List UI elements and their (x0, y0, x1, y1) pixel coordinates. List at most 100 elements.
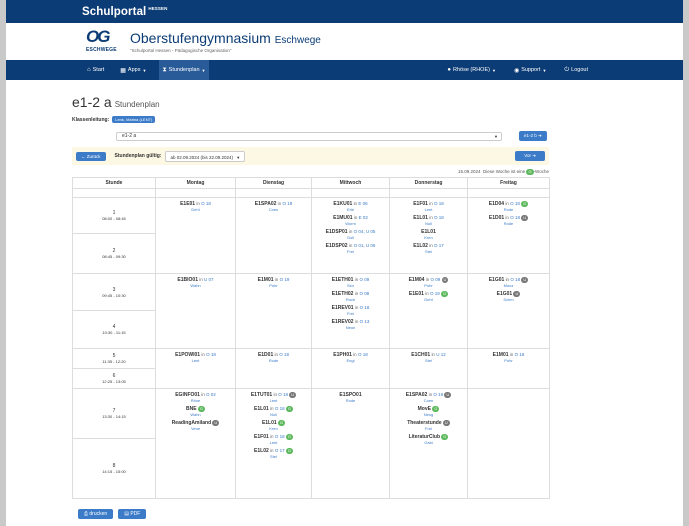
lesson-entry[interactable]: E1D01 in O 18 U Rode (468, 215, 549, 226)
lesson-entry[interactable]: EGINFO01 in O 02 Rhoe (156, 392, 235, 403)
klassenleitung-badge[interactable]: Lenk, Marina (LENT) (112, 116, 156, 123)
lesson-cell: E1M01 in O 18 Pohr (467, 348, 550, 389)
period-cell: 1 08:00 - 08:45 (72, 197, 156, 234)
pdf-button[interactable]: ▤ PDF (118, 509, 147, 519)
chevron-down-icon: ▼ (236, 154, 241, 160)
lesson-entry[interactable]: E1CH01 in U 12 Stei (390, 352, 467, 363)
period-time: 09:45 - 10:30 (102, 292, 126, 298)
lesson-entry[interactable]: E1POWI01 in O 18 Lent (156, 352, 235, 363)
klassenleitung: Klassenleitung: Lenk, Marina (LENT) (72, 116, 549, 123)
browser-page: Schulportal HESSEN OG ESCHWEGE Oberstufen… (6, 0, 683, 526)
lesson-entry[interactable]: E1D04 in O 18 G Rode (468, 201, 549, 212)
lesson-entry[interactable]: E1E01 in O 19 G Dehl (390, 291, 467, 302)
lesson-entry[interactable]: E1ETH02 in O 08 Roch (312, 291, 389, 302)
lesson-entry[interactable]: BNE G Wahn (156, 406, 235, 417)
week-badge: U (521, 215, 529, 221)
week-badge: U (289, 392, 297, 398)
period-time: 14:15 - 15:00 (102, 469, 126, 474)
lesson-entry[interactable]: Theaterstunde U Frei (390, 420, 467, 431)
lesson-entry[interactable]: E1M01 in O 18 Pohr (468, 352, 549, 363)
lesson-cell: E1SPO01 Rode (311, 388, 390, 499)
week-badge: U (521, 277, 529, 283)
lesson-entry[interactable]: E1L01 in O 18 Noll (390, 215, 467, 226)
week-badge: G (440, 291, 449, 297)
school-name: Oberstufengymnasium Eschwege (130, 30, 321, 46)
lesson-cell (467, 388, 550, 499)
lesson-cell: E1TUT01 in O 18 U Lent E1L01 in O 18 G Noll… (235, 388, 312, 499)
period-time: 08:00 - 08:45 (102, 216, 126, 221)
lesson-entry[interactable]: E1L01 G Kren (236, 420, 311, 431)
user-icon: ● (447, 67, 451, 73)
nav-user[interactable]: ● Rhöse (RHOE) ▼ (444, 60, 499, 80)
table-row: 1 08:00 - 08:45 E1E01 in O 18 Dehl E1SPA02 i… (72, 197, 550, 274)
main-content: e1-2 a Stundenplan Klassenleitung: Lenk, … (72, 88, 550, 499)
header-montag: Montag (155, 177, 236, 189)
period-time: 12:25 - 13:05 (102, 379, 126, 384)
lesson-entry[interactable]: E1DSP02 in O 01, U 06 Frei (312, 243, 389, 254)
lesson-entry[interactable]: E1M01 in O 19 Pohr (236, 277, 311, 288)
lesson-entry[interactable]: E1SPO01 Rode (312, 392, 389, 404)
nav-start[interactable]: ⌂ Start (84, 60, 107, 80)
period-cell: 2 08:45 - 09:30 (72, 233, 156, 274)
lesson-entry[interactable]: E1DSP01 in O 04, U 05 Goll (312, 229, 389, 240)
print-button[interactable]: ⎙ drucken (78, 509, 114, 519)
lesson-cell: E1SPA02 in O 19 Coen (235, 197, 312, 274)
lesson-entry[interactable]: E1L02 in O 17 G Stei (236, 448, 311, 459)
class-select[interactable]: e1-2 a ▼ (116, 131, 502, 141)
portal-title[interactable]: Schulportal HESSEN (82, 6, 167, 18)
period-cell: 4 10:30 - 11:15 (72, 310, 156, 349)
lesson-entry[interactable]: E1REV01 in O 18 Frei (312, 305, 389, 316)
lesson-entry[interactable]: E1L01 in O 18 G Noll (236, 406, 311, 417)
week-badge: U (212, 420, 220, 426)
school-logo[interactable]: OG ESCHWEGE (86, 28, 122, 58)
power-icon: ⏻ (564, 66, 570, 73)
file-icon: ▤ (124, 511, 129, 517)
chevron-down-icon: ▼ (142, 67, 147, 73)
lesson-entry[interactable]: E1G01 in O 18 U Mooz (468, 277, 549, 288)
lesson-entry[interactable]: E1REV02 in O 13 Neun (312, 319, 389, 330)
lesson-entry[interactable]: E1E01 in O 18 Dehl (156, 201, 235, 212)
lesson-entry[interactable]: MovE G Neug (390, 406, 467, 417)
lesson-entry[interactable]: E1BIO01 in U 07 Wahn (156, 277, 235, 288)
nav-stundenplan[interactable]: ⧗ Stundenplan ▼ (159, 60, 209, 80)
table-row: 3 09:45 - 10:30 E1BIO01 in U 07 Wahn E1M01 i… (72, 273, 550, 349)
week-badge: U (513, 291, 521, 297)
lesson-entry[interactable]: E1TUT01 in O 18 U Lent (236, 392, 311, 403)
next-class-button[interactable]: e1-2 b ➔ (519, 131, 547, 141)
lesson-entry[interactable]: E1M04 in O 09 U Pohr (390, 277, 467, 288)
lesson-entry[interactable]: E1D01 in O 18 Rode (236, 352, 311, 363)
lesson-entry[interactable]: E1MU01 in E 02 Worm (312, 215, 389, 226)
nav-apps[interactable]: ▦ Apps ▼ (117, 60, 149, 80)
week-badge: U (442, 420, 450, 426)
lesson-entry[interactable]: E1ETH01 in O 09 Sior (312, 277, 389, 288)
period-time: 10:30 - 11:15 (102, 330, 126, 335)
week-badge: G (432, 406, 440, 412)
forward-button[interactable]: Vor ➔ (515, 151, 545, 161)
lesson-entry[interactable]: LiteraturClub G Gabi (390, 434, 467, 445)
bottom-actions: ⎙ drucken ▤ PDF (78, 509, 151, 519)
globe-icon: ◉ (513, 67, 520, 74)
lesson-cell: E1POWI01 in O 18 Lent (155, 348, 236, 389)
lesson-cell: E1SPA02 in O 19 U Coen MovE G Neug Theaterst… (389, 388, 468, 499)
lesson-entry[interactable]: E1SPA02 in O 19 U Coen (390, 392, 467, 403)
lesson-entry[interactable]: E1L02 in O 17 Stei (390, 243, 467, 254)
back-button[interactable]: ← Zurück (76, 151, 106, 161)
week-badge: U (441, 277, 449, 283)
period-time: 08:45 - 09:30 (102, 254, 126, 259)
week-badge: G (285, 406, 293, 412)
spacer-row (72, 188, 550, 198)
lesson-cell: E1PH01 in O 18 Engl (311, 348, 390, 389)
nav-logout[interactable]: ⏻ Logout (561, 60, 591, 80)
nav-support[interactable]: ◉ Support ▼ (511, 60, 549, 80)
page-title: e1-2 a Stundenplan (72, 94, 160, 110)
lesson-entry[interactable]: E1G01 U Schm (468, 291, 549, 302)
week-badge: G (277, 420, 286, 426)
lesson-entry[interactable]: ReadingAmiland U Vene (156, 420, 235, 431)
lesson-entry[interactable]: E1KU01 in E 06 Erle (312, 201, 389, 212)
lesson-entry[interactable]: E1F01 in O 18 G Lent (236, 434, 311, 445)
lesson-entry[interactable]: E1PH01 in O 18 Engl (312, 352, 389, 363)
lesson-entry[interactable]: E1L01 Kren (390, 229, 467, 241)
lesson-entry[interactable]: E1SPA02 in O 19 Coen (236, 201, 311, 212)
lesson-entry[interactable]: E1F01 in O 18 Lent (390, 201, 467, 212)
validity-select[interactable]: ab 02.09.2024 (bis 22.09.2024) ▼ (165, 150, 246, 162)
